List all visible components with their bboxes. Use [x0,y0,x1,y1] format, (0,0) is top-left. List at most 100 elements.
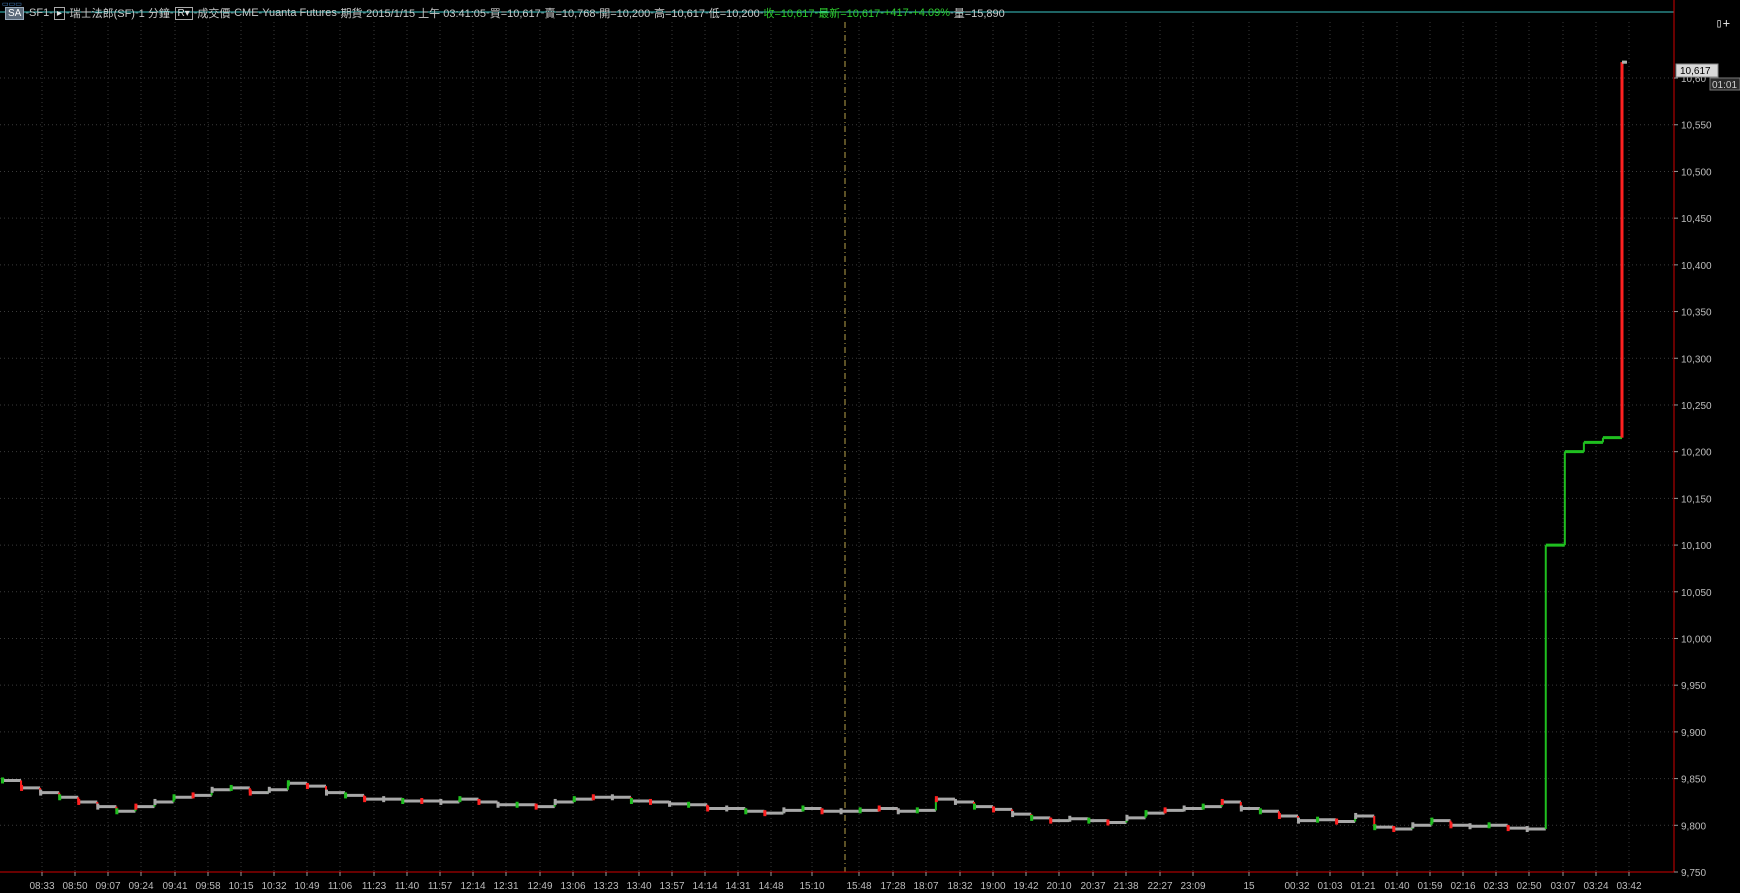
price-candle [820,808,824,815]
symbol-menu-button[interactable]: ▸ [53,6,65,20]
chart-background [0,0,1740,893]
price-candle [915,807,919,814]
separator: - [169,7,174,19]
x-tick-label: 08:50 [62,881,87,892]
broker-label: Yuanta Futures [262,7,337,19]
x-tick-label: 09:41 [162,881,187,892]
x-tick-label: 15:48 [846,881,871,892]
price-candle [1373,824,1377,831]
x-tick-label: 18:32 [947,881,972,892]
price-candle [172,794,176,801]
x-tick-label: 00:32 [1284,881,1309,892]
price-candle [1182,805,1186,812]
price-candle [1506,825,1510,832]
price-candle [591,794,595,801]
price-candle [229,784,233,791]
x-tick-label: 12:49 [527,881,552,892]
price-candle [1030,814,1034,821]
price-candle [496,801,500,808]
x-tick-label: 22:27 [1147,881,1172,892]
x-tick-label: 20:10 [1046,881,1071,892]
symbol-link-button[interactable]: SA [5,6,25,20]
price-type-menu-button[interactable]: R▾ [174,6,193,20]
x-tick-label: 13:40 [626,881,651,892]
price-candle [1144,810,1148,817]
price-candle [58,794,62,801]
ask-price: 賣=10,768 [544,8,596,20]
price-candle [1220,798,1224,805]
x-tick-label: 18:07 [913,881,938,892]
quote-datetime: 2015/1/15 上午 03:41:05 [366,8,487,20]
price-candle [96,803,100,810]
x-tick-label: 10:49 [294,881,319,892]
y-tick-label: 10,450 [1681,214,1712,225]
price-candle [210,786,214,793]
y-tick-label: 10,500 [1681,167,1712,178]
y-tick-label: 9,900 [1681,728,1706,739]
price-candle [668,800,672,807]
price-candle [610,794,614,801]
x-tick-label: 03:42 [1616,881,1641,892]
price-chart[interactable]: 9,750 9,800 9,850 9,900 9,950 10,000 10,050 10,… [0,0,1740,893]
price-candle [439,798,443,805]
symbol-code[interactable]: SF1 [29,7,49,19]
y-tick-label: 10,150 [1681,494,1712,505]
price-candle [1468,823,1472,830]
x-tick-label: 14:31 [725,881,750,892]
price-candle [534,803,538,810]
price-candle [896,808,900,815]
price-candle [363,796,367,803]
price-candle [992,806,996,813]
y-tick-label: 10,350 [1681,308,1712,319]
price-candle [134,803,138,810]
y-tick-label: 10,250 [1681,401,1712,412]
panel-toggle-icon[interactable]: ▯+ [1716,16,1730,30]
price-candle [553,798,557,805]
x-tick-label: 10:15 [228,881,253,892]
y-tick-label: 10,200 [1681,448,1712,459]
close-price: 收=10,617 [763,8,815,20]
last-price-value: 10,617 [1680,66,1711,77]
y-tick-label: 9,800 [1681,821,1706,832]
price-candle [1354,812,1358,819]
high-price: 高=10,617 [653,8,706,20]
price-candle [629,798,633,805]
price-candle [782,807,786,814]
y-tick-label: 9,850 [1681,775,1706,786]
y-tick-label: 10,400 [1681,261,1712,272]
low-price: 低=10,200 [708,8,760,20]
price-candle [839,808,843,815]
bid-price: 買=10,617 [489,8,541,20]
y-tick-label: 10,300 [1681,354,1712,365]
x-tick-label: 12:31 [493,881,518,892]
x-tick-label: 14:48 [758,881,783,892]
price-candle [1392,826,1396,833]
x-tick-label: 21:38 [1113,881,1138,892]
x-tick-label: 20:37 [1080,881,1105,892]
x-tick-label: 13:57 [659,881,684,892]
price-candle [1068,815,1072,822]
price-candle [706,805,710,812]
x-tick-label: 19:42 [1013,881,1038,892]
price-candle [1258,808,1262,815]
x-tick-label: 11:23 [362,881,387,892]
price-candle [39,789,43,796]
price-candle [382,796,386,803]
price-candle [1525,826,1529,833]
price-candle [515,801,519,808]
price-candle [744,808,748,815]
price-candle [1,777,4,784]
y-tick-label: 10,100 [1681,541,1712,552]
price-candle [801,805,805,812]
y-tick-label: 10,050 [1681,588,1712,599]
x-tick-label: 11:57 [428,881,453,892]
price-candle [572,796,576,803]
x-tick-label: 08:33 [29,881,54,892]
price-candle [248,789,252,796]
price-candle [1449,822,1453,829]
price-candle [973,803,976,810]
price-candle [1049,817,1053,824]
interval-label[interactable]: 1 分鐘 [139,5,170,21]
x-tick-label: 19:00 [980,881,1005,892]
x-tick-label: 09:58 [195,881,220,892]
